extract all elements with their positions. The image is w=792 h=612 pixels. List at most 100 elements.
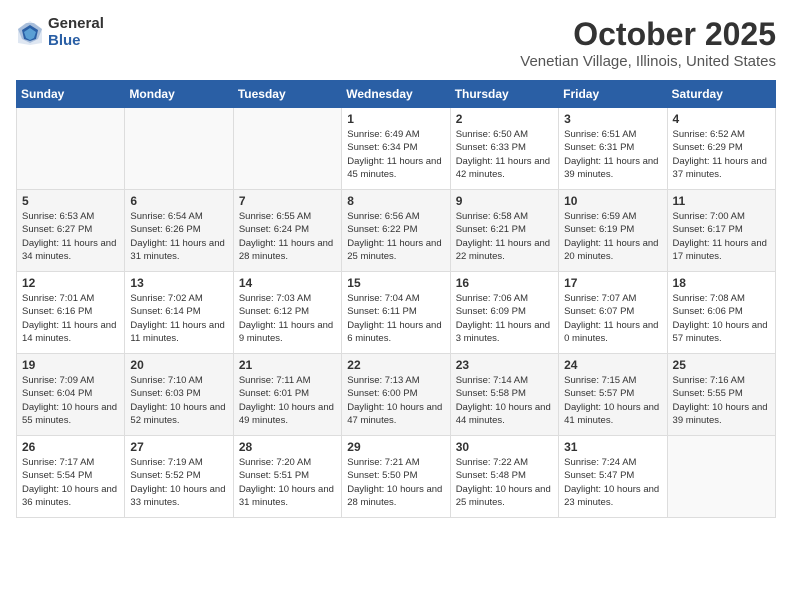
calendar-row-3: 12Sunrise: 7:01 AM Sunset: 6:16 PM Dayli… bbox=[17, 272, 776, 354]
cell-info: Sunrise: 7:00 AM Sunset: 6:17 PM Dayligh… bbox=[673, 210, 770, 263]
month-title: October 2025 bbox=[520, 16, 776, 53]
cell-info: Sunrise: 7:22 AM Sunset: 5:48 PM Dayligh… bbox=[456, 456, 553, 509]
calendar-cell: 27Sunrise: 7:19 AM Sunset: 5:52 PM Dayli… bbox=[125, 436, 233, 518]
calendar-cell: 23 Sunrise: 7:14 AM Sunset: 5:58 PM Dayli… bbox=[450, 354, 558, 436]
day-number: 11 bbox=[673, 194, 770, 208]
cell-info: Sunrise: 6:50 AM Sunset: 6:33 PM Dayligh… bbox=[456, 128, 553, 181]
calendar-cell: 25 Sunrise: 7:16 AM Sunset: 5:55 PM Dayli… bbox=[667, 354, 775, 436]
cell-info: Sunrise: 7:09 AM Sunset: 6:04 PM Dayligh… bbox=[22, 374, 119, 427]
calendar-cell: 7Sunrise: 6:55 AM Sunset: 6:24 PM Daylig… bbox=[233, 190, 341, 272]
page-header: General Blue October 2025 Venetian Villa… bbox=[16, 16, 776, 70]
col-sunday: Sunday bbox=[17, 81, 125, 108]
calendar-cell: 11 Sunrise: 7:00 AM Sunset: 6:17 PM Dayli… bbox=[667, 190, 775, 272]
logo-text: General Blue bbox=[48, 16, 104, 49]
day-number: 25 bbox=[673, 358, 770, 372]
day-number: 8 bbox=[347, 194, 444, 208]
calendar-cell: 29 Sunrise: 7:21 AM Sunset: 5:50 PM Dayli… bbox=[342, 436, 450, 518]
cell-info: Sunrise: 7:08 AM Sunset: 6:06 PM Dayligh… bbox=[673, 292, 770, 345]
calendar-cell: 6Sunrise: 6:54 AM Sunset: 6:26 PM Daylig… bbox=[125, 190, 233, 272]
logo-blue-label: Blue bbox=[48, 33, 104, 50]
calendar-cell: 31 Sunrise: 7:24 AM Sunset: 5:47 PM Dayli… bbox=[559, 436, 667, 518]
day-number: 21 bbox=[239, 358, 336, 372]
calendar-cell: 17 Sunrise: 7:07 AM Sunset: 6:07 PM Dayli… bbox=[559, 272, 667, 354]
day-number: 24 bbox=[564, 358, 661, 372]
calendar-cell: 24 Sunrise: 7:15 AM Sunset: 5:57 PM Dayli… bbox=[559, 354, 667, 436]
day-number: 20 bbox=[130, 358, 227, 372]
day-number: 31 bbox=[564, 440, 661, 454]
day-number: 12 bbox=[22, 276, 119, 290]
day-number: 19 bbox=[22, 358, 119, 372]
calendar-row-4: 19 Sunrise: 7:09 AM Sunset: 6:04 PM Dayli… bbox=[17, 354, 776, 436]
cell-info: Sunrise: 7:16 AM Sunset: 5:55 PM Dayligh… bbox=[673, 374, 770, 427]
cell-info: Sunrise: 7:20 AM Sunset: 5:51 PM Dayligh… bbox=[239, 456, 336, 509]
day-number: 14 bbox=[239, 276, 336, 290]
cell-info: Sunrise: 6:58 AM Sunset: 6:21 PM Dayligh… bbox=[456, 210, 553, 263]
calendar-cell: 20Sunrise: 7:10 AM Sunset: 6:03 PM Dayli… bbox=[125, 354, 233, 436]
cell-info: Sunrise: 7:06 AM Sunset: 6:09 PM Dayligh… bbox=[456, 292, 553, 345]
calendar-cell: 26Sunrise: 7:17 AM Sunset: 5:54 PM Dayli… bbox=[17, 436, 125, 518]
day-number: 26 bbox=[22, 440, 119, 454]
day-number: 9 bbox=[456, 194, 553, 208]
day-number: 3 bbox=[564, 112, 661, 126]
day-number: 10 bbox=[564, 194, 661, 208]
cell-info: Sunrise: 7:19 AM Sunset: 5:52 PM Dayligh… bbox=[130, 456, 227, 509]
calendar-cell: 18 Sunrise: 7:08 AM Sunset: 6:06 PM Dayli… bbox=[667, 272, 775, 354]
calendar-body: 1Sunrise: 6:49 AM Sunset: 6:34 PM Daylig… bbox=[17, 108, 776, 518]
calendar-row-1: 1Sunrise: 6:49 AM Sunset: 6:34 PM Daylig… bbox=[17, 108, 776, 190]
col-saturday: Saturday bbox=[667, 81, 775, 108]
logo: General Blue bbox=[16, 16, 104, 49]
calendar-cell: 10 Sunrise: 6:59 AM Sunset: 6:19 PM Dayli… bbox=[559, 190, 667, 272]
calendar-cell: 2Sunrise: 6:50 AM Sunset: 6:33 PM Daylig… bbox=[450, 108, 558, 190]
day-number: 13 bbox=[130, 276, 227, 290]
day-number: 18 bbox=[673, 276, 770, 290]
col-thursday: Thursday bbox=[450, 81, 558, 108]
calendar-cell: 4 Sunrise: 6:52 AM Sunset: 6:29 PM Daylig… bbox=[667, 108, 775, 190]
day-number: 4 bbox=[673, 112, 770, 126]
cell-info: Sunrise: 6:56 AM Sunset: 6:22 PM Dayligh… bbox=[347, 210, 444, 263]
calendar-cell: 19 Sunrise: 7:09 AM Sunset: 6:04 PM Dayli… bbox=[17, 354, 125, 436]
day-number: 23 bbox=[456, 358, 553, 372]
calendar-cell: 1Sunrise: 6:49 AM Sunset: 6:34 PM Daylig… bbox=[342, 108, 450, 190]
calendar-cell: 13Sunrise: 7:02 AM Sunset: 6:14 PM Dayli… bbox=[125, 272, 233, 354]
calendar-cell bbox=[667, 436, 775, 518]
calendar-cell: 9 Sunrise: 6:58 AM Sunset: 6:21 PM Daylig… bbox=[450, 190, 558, 272]
calendar-cell bbox=[125, 108, 233, 190]
cell-info: Sunrise: 7:04 AM Sunset: 6:11 PM Dayligh… bbox=[347, 292, 444, 345]
cell-info: Sunrise: 7:11 AM Sunset: 6:01 PM Dayligh… bbox=[239, 374, 336, 427]
calendar-cell bbox=[233, 108, 341, 190]
day-number: 28 bbox=[239, 440, 336, 454]
calendar-row-2: 5Sunrise: 6:53 AM Sunset: 6:27 PM Daylig… bbox=[17, 190, 776, 272]
calendar-cell: 28 Sunrise: 7:20 AM Sunset: 5:51 PM Dayli… bbox=[233, 436, 341, 518]
calendar-cell: 5Sunrise: 6:53 AM Sunset: 6:27 PM Daylig… bbox=[17, 190, 125, 272]
calendar-cell: 14Sunrise: 7:03 AM Sunset: 6:12 PM Dayli… bbox=[233, 272, 341, 354]
day-number: 7 bbox=[239, 194, 336, 208]
calendar-cell: 21 Sunrise: 7:11 AM Sunset: 6:01 PM Dayli… bbox=[233, 354, 341, 436]
day-number: 17 bbox=[564, 276, 661, 290]
calendar-cell: 15Sunrise: 7:04 AM Sunset: 6:11 PM Dayli… bbox=[342, 272, 450, 354]
calendar-row-5: 26Sunrise: 7:17 AM Sunset: 5:54 PM Dayli… bbox=[17, 436, 776, 518]
cell-info: Sunrise: 7:07 AM Sunset: 6:07 PM Dayligh… bbox=[564, 292, 661, 345]
day-number: 30 bbox=[456, 440, 553, 454]
calendar-cell bbox=[17, 108, 125, 190]
cell-info: Sunrise: 7:14 AM Sunset: 5:58 PM Dayligh… bbox=[456, 374, 553, 427]
day-number: 6 bbox=[130, 194, 227, 208]
cell-info: Sunrise: 7:13 AM Sunset: 6:00 PM Dayligh… bbox=[347, 374, 444, 427]
location-title: Venetian Village, Illinois, United State… bbox=[520, 53, 776, 70]
cell-info: Sunrise: 6:52 AM Sunset: 6:29 PM Dayligh… bbox=[673, 128, 770, 181]
cell-info: Sunrise: 7:21 AM Sunset: 5:50 PM Dayligh… bbox=[347, 456, 444, 509]
col-tuesday: Tuesday bbox=[233, 81, 341, 108]
cell-info: Sunrise: 7:15 AM Sunset: 5:57 PM Dayligh… bbox=[564, 374, 661, 427]
cell-info: Sunrise: 6:59 AM Sunset: 6:19 PM Dayligh… bbox=[564, 210, 661, 263]
calendar-cell: 12Sunrise: 7:01 AM Sunset: 6:16 PM Dayli… bbox=[17, 272, 125, 354]
day-number: 22 bbox=[347, 358, 444, 372]
calendar-cell: 16 Sunrise: 7:06 AM Sunset: 6:09 PM Dayli… bbox=[450, 272, 558, 354]
cell-info: Sunrise: 6:51 AM Sunset: 6:31 PM Dayligh… bbox=[564, 128, 661, 181]
calendar-cell: 3 Sunrise: 6:51 AM Sunset: 6:31 PM Daylig… bbox=[559, 108, 667, 190]
cell-info: Sunrise: 7:24 AM Sunset: 5:47 PM Dayligh… bbox=[564, 456, 661, 509]
calendar-cell: 8 Sunrise: 6:56 AM Sunset: 6:22 PM Daylig… bbox=[342, 190, 450, 272]
calendar-cell: 30 Sunrise: 7:22 AM Sunset: 5:48 PM Dayli… bbox=[450, 436, 558, 518]
cell-info: Sunrise: 6:53 AM Sunset: 6:27 PM Dayligh… bbox=[22, 210, 119, 263]
col-wednesday: Wednesday bbox=[342, 81, 450, 108]
day-number: 29 bbox=[347, 440, 444, 454]
day-number: 16 bbox=[456, 276, 553, 290]
